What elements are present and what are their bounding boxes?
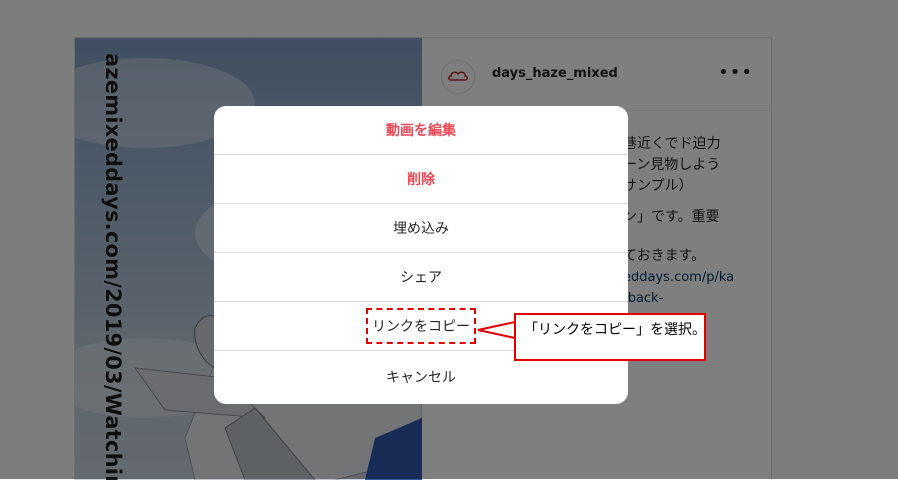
- annotation-callout: 「リンクをコピー」を選択。: [514, 313, 706, 361]
- edit-video-button[interactable]: 動画を編集: [214, 106, 628, 155]
- embed-button[interactable]: 埋め込み: [214, 204, 628, 253]
- delete-button[interactable]: 削除: [214, 155, 628, 204]
- callout-text: 「リンクをコピー」を選択。: [524, 322, 706, 338]
- share-button[interactable]: シェア: [214, 253, 628, 302]
- highlight-box: [366, 308, 476, 344]
